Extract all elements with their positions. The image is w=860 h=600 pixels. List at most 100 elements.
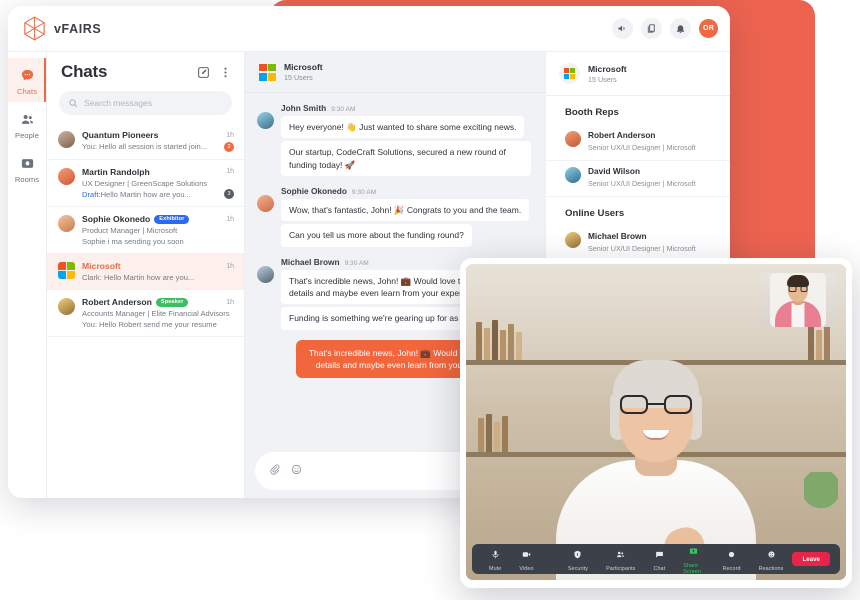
member-row[interactable]: David Wilson Senior UX/UI Designer | Mic… (546, 161, 730, 197)
members-header: Microsoft 15 Users (546, 52, 730, 96)
list-item-selected[interactable]: Microsoft 1h Clark: Hello Martin how are… (47, 254, 244, 290)
search-messages-box[interactable] (59, 91, 232, 115)
glasses-icon (620, 395, 692, 414)
reactions-button[interactable]: Reactions (750, 546, 793, 572)
list-item[interactable]: Sophie Okonedo Exhibitor 1h Product Mana… (47, 207, 244, 254)
duplicate-icon[interactable] (641, 18, 662, 39)
message-bubble: Hey everyone! 👋 Just wanted to share som… (281, 116, 525, 139)
chat-list-scroll[interactable]: Quantum Pioneers 1h You: Hello all sessi… (47, 123, 244, 498)
avatar (565, 167, 581, 183)
avatar (565, 232, 581, 248)
plant-decoration (804, 472, 838, 528)
members-subtitle: 15 Users (588, 74, 617, 84)
list-item[interactable]: Martin Randolph 1h UX Designer | GreenSc… (47, 160, 244, 207)
user-avatar[interactable]: OR (699, 19, 718, 38)
avatar (257, 194, 274, 212)
security-button[interactable]: Security (559, 546, 597, 572)
list-item[interactable]: Quantum Pioneers 1h You: Hello all sessi… (47, 123, 244, 160)
members-title: Microsoft (588, 63, 627, 74)
emoji-icon[interactable] (291, 462, 302, 480)
chat-name: Sophie Okonedo (82, 214, 151, 224)
draft-label: Draft: (82, 189, 101, 199)
message-time: 9:30 AM (344, 259, 369, 267)
message-bubble: Our startup, CodeCraft Solutions, secure… (281, 141, 531, 176)
participants-icon (616, 546, 625, 564)
share-screen-label: Share Screen (683, 562, 701, 575)
share-screen-icon (689, 543, 698, 561)
member-role: Senior UX/UI Designer | Microsoft (588, 143, 696, 152)
chat-time: 1h (226, 262, 234, 270)
rail-item-rooms[interactable]: Rooms (8, 146, 46, 190)
reactions-label: Reactions (758, 565, 784, 572)
rooms-icon (8, 153, 46, 173)
shield-icon (573, 546, 582, 564)
search-input[interactable] (84, 98, 223, 108)
list-item[interactable]: Robert Anderson Speaker 1h Accounts Mana… (47, 290, 244, 337)
member-name: David Wilson (588, 166, 641, 176)
chat-label: Chat (653, 565, 666, 572)
chat-name: Microsoft (82, 261, 121, 271)
more-vertical-icon[interactable] (219, 66, 232, 79)
rail-item-people[interactable]: People (8, 102, 46, 146)
brand-name: vFAIRS (54, 21, 102, 36)
avatar (257, 265, 274, 283)
thread-subtitle: 15 Users (284, 73, 313, 82)
record-label: Record (722, 565, 741, 572)
security-label: Security (567, 565, 589, 572)
member-row[interactable]: Robert Anderson Senior UX/UI Designer | … (546, 125, 730, 161)
leave-button[interactable]: Leave (792, 552, 830, 566)
record-icon (727, 546, 736, 564)
thread-title: Microsoft (284, 62, 323, 72)
avatar (257, 112, 274, 129)
message-time: 9:30 AM (331, 106, 356, 113)
bell-icon[interactable] (670, 18, 691, 39)
chat-icon (655, 546, 664, 564)
microphone-icon (491, 546, 500, 564)
chat-button[interactable]: Chat (644, 546, 674, 572)
microsoft-logo-icon (259, 63, 276, 81)
chat-list-panel: Chats Search messages Quantum Pioneers 1… (47, 52, 245, 498)
megaphone-icon[interactable] (612, 18, 633, 39)
chat-role: Accounts Manager | Elite Financial Advis… (82, 309, 230, 318)
chat-role: UX Designer | GreenScape Solutions (82, 178, 208, 188)
member-name: Robert Anderson (588, 130, 656, 140)
record-button[interactable]: Record (714, 546, 750, 572)
rail-label-chats: Chats (16, 87, 38, 96)
member-row[interactable]: Michael Brown Senior UX/UI Designer | Mi… (546, 226, 730, 262)
app-topbar: vFAIRS OR (8, 6, 730, 52)
paperclip-icon[interactable] (269, 462, 280, 480)
section-title-booth-reps: Booth Reps (565, 107, 619, 118)
unread-count: 3 (224, 189, 234, 199)
message-group: John Smith 9:30 AM Hey everyone! 👋 Just … (257, 103, 531, 179)
chat-time: 1h (226, 168, 234, 175)
rail-label-rooms: Rooms (14, 175, 40, 184)
video-button[interactable]: Video (510, 546, 542, 572)
chat-preview: Hello Martin how are you... (100, 189, 191, 199)
chat-bubble-icon (8, 65, 46, 85)
video-main-stage[interactable]: Mute Video Security Participants Chat Sh… (466, 264, 846, 580)
message-author: John Smith (281, 103, 327, 113)
chat-preview: Clark: Hello Martin how are you... (82, 273, 195, 282)
video-label: Video (519, 565, 534, 572)
chat-role: Product Manager | Microsoft (82, 226, 178, 235)
member-role: Senior UX/UI Designer | Microsoft (588, 244, 696, 253)
chat-name: Robert Anderson (82, 297, 152, 307)
search-icon (69, 99, 78, 108)
microsoft-logo-icon (58, 262, 75, 279)
vfairs-hex-icon (22, 16, 47, 41)
mute-label: Mute (489, 565, 502, 572)
mute-button[interactable]: Mute (480, 546, 510, 572)
message-author: Sophie Okonedo (281, 185, 347, 196)
thread-header: Microsoft 15 Users (245, 52, 545, 93)
message-bubble: Wow, that's fantastic, John! 🎉 Congrats … (281, 198, 530, 222)
people-icon (8, 109, 46, 129)
participants-button[interactable]: Participants (597, 546, 644, 572)
self-view-thumbnail[interactable] (759, 273, 837, 327)
message-author: Michael Brown (281, 256, 340, 267)
books-decoration (476, 320, 522, 360)
chat-preview: You: Hello all session is started join..… (82, 142, 208, 151)
rail-item-chats[interactable]: Chats (8, 58, 46, 102)
status-badge: Speaker (155, 297, 189, 307)
compose-icon[interactable] (197, 66, 210, 79)
share-screen-button[interactable]: Share Screen (674, 543, 713, 575)
